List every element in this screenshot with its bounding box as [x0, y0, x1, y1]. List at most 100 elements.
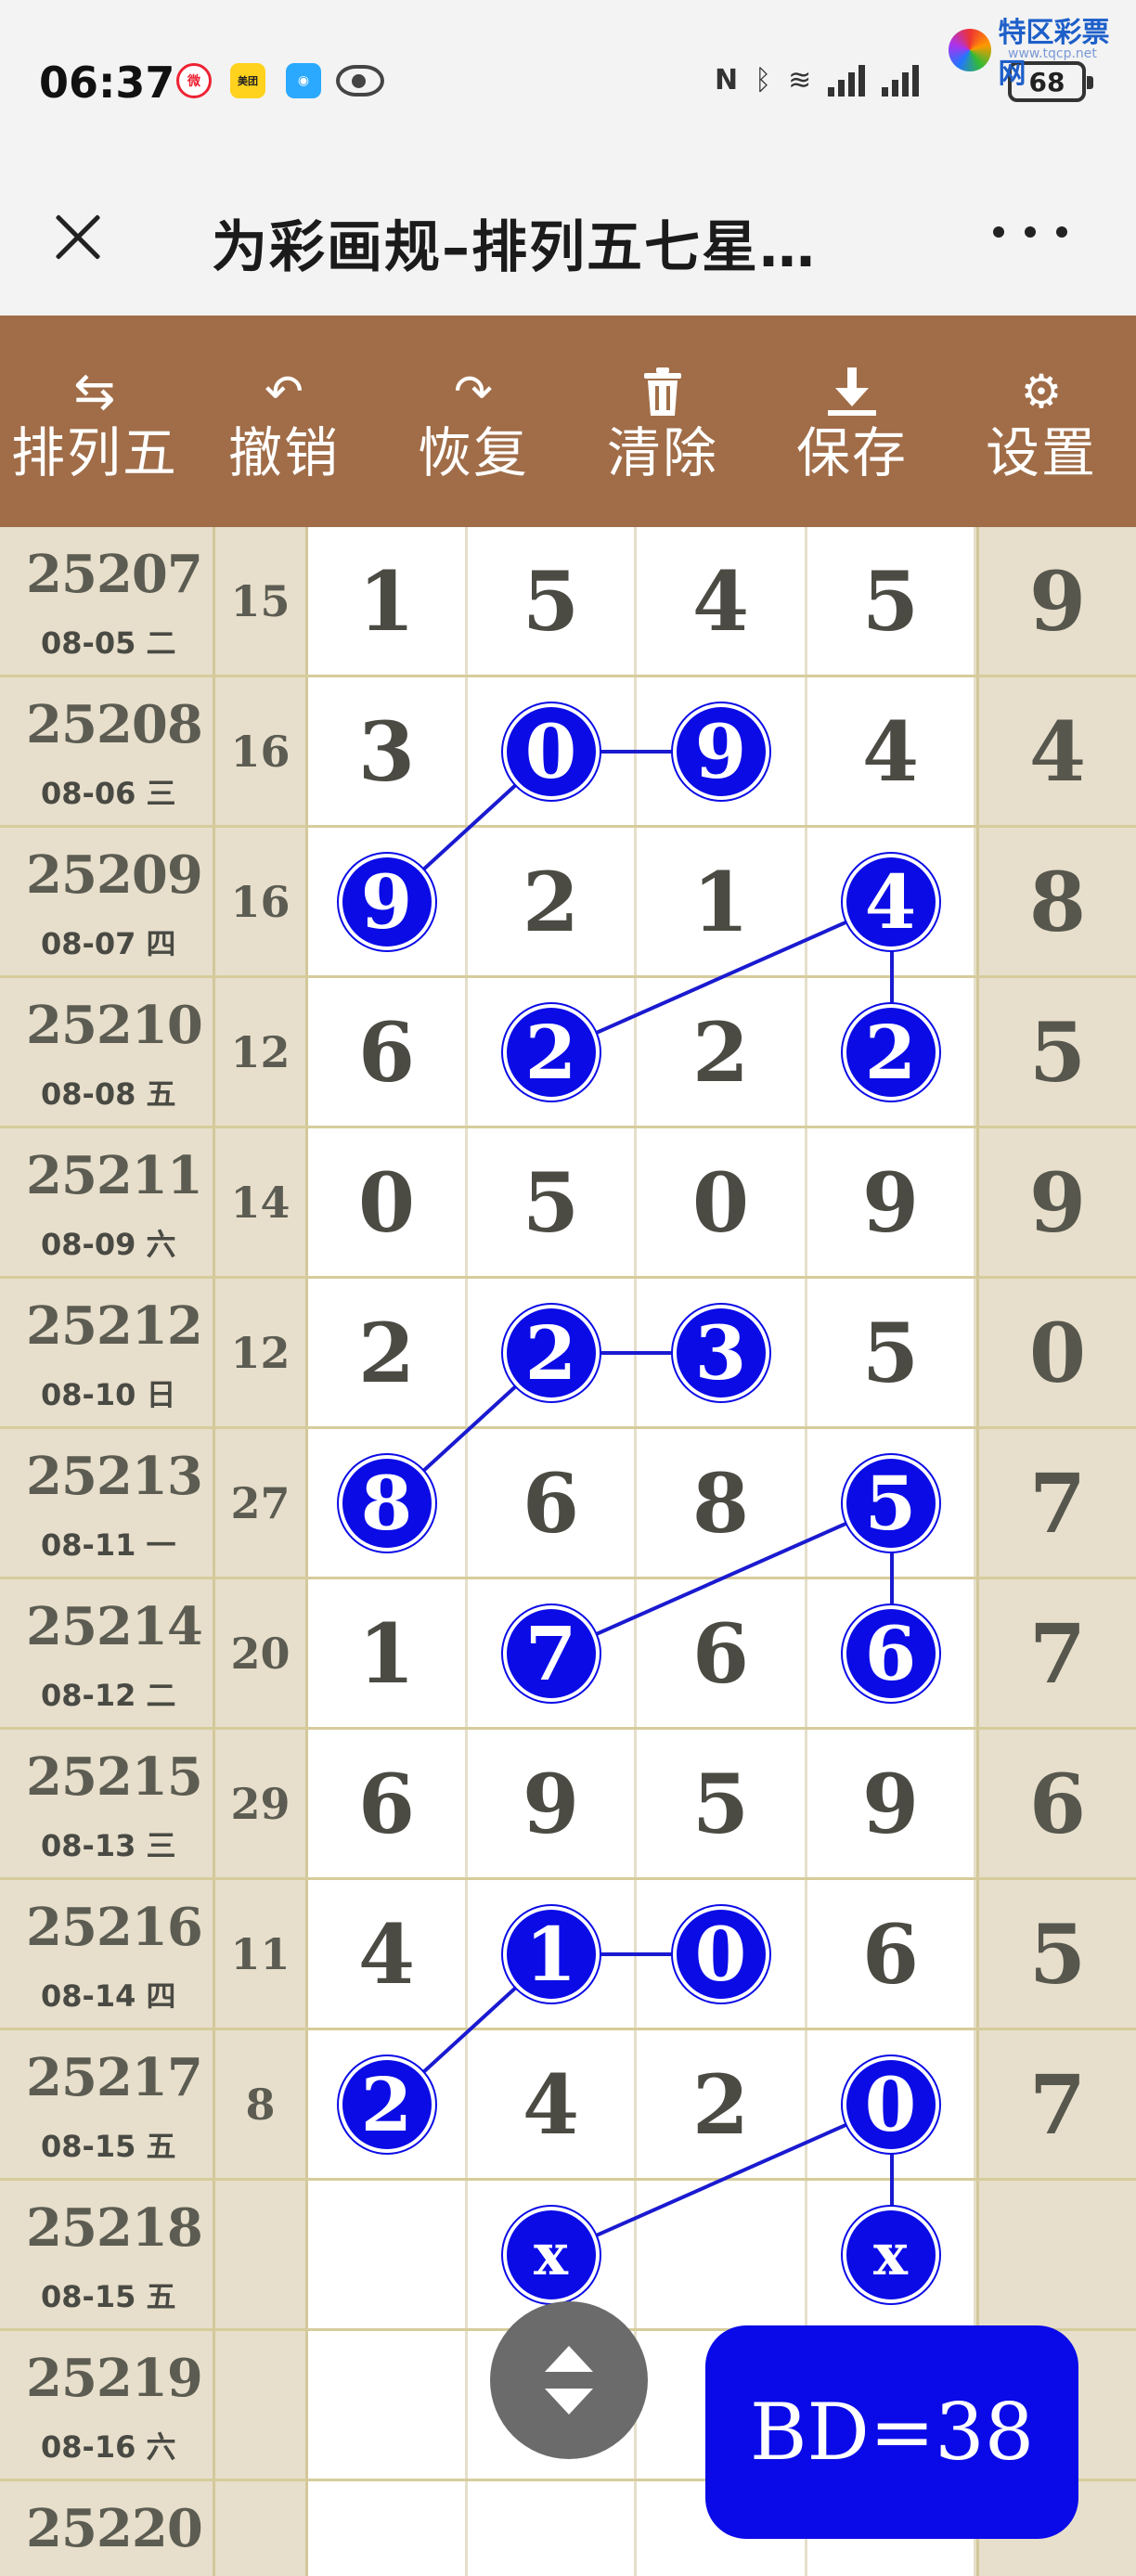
digit-cell[interactable]: 4	[308, 1880, 468, 2028]
toolbar-redo-button[interactable]: ↷ 恢复	[379, 316, 568, 527]
digit-cell[interactable]: 2	[468, 1279, 637, 1426]
digit-cell[interactable]: 8	[637, 1429, 807, 1577]
marked-ball[interactable]: 3	[672, 1304, 769, 1401]
digit-cell[interactable]: 1	[308, 527, 468, 675]
marked-ball[interactable]: 9	[672, 702, 769, 800]
marked-ball[interactable]: 2	[842, 1003, 939, 1101]
digit-cell[interactable]: 9	[308, 828, 468, 975]
sum-cell	[215, 2181, 308, 2328]
sum-cell	[215, 2331, 308, 2479]
marked-ball[interactable]: 6	[842, 1604, 939, 1702]
digit-cell[interactable]: 2	[308, 1279, 468, 1426]
marked-ball[interactable]: x	[842, 2206, 939, 2303]
digit-cell[interactable]: 0	[807, 2030, 976, 2178]
marked-ball[interactable]: 0	[842, 2055, 939, 2153]
marked-ball[interactable]: 7	[502, 1604, 600, 1702]
more-menu-icon[interactable]	[993, 213, 1067, 251]
sum-cell: 20	[215, 1579, 308, 1727]
digit-cell[interactable]: 5	[637, 1730, 807, 1877]
marked-ball[interactable]: 8	[338, 1454, 435, 1552]
toolbar-label: 设置	[985, 421, 1097, 485]
digit-value: 2	[357, 1304, 416, 1401]
issue-cell: 25212 08-10 日	[0, 1279, 215, 1426]
digit-cell[interactable]: 8	[308, 1429, 468, 1577]
table-row: 25207 08-05 二 15 1 5 4 5 9	[0, 527, 1136, 677]
marked-ball[interactable]: x	[502, 2206, 600, 2303]
digit-cell[interactable]: 6	[308, 1730, 468, 1877]
toolbar-settings-button[interactable]: ⚙ 设置	[947, 316, 1136, 527]
digit-cell[interactable]: 6	[637, 1579, 807, 1727]
digit-cell[interactable]: 6	[807, 1880, 976, 2028]
digit-cell[interactable]: 9	[807, 1128, 976, 1276]
digit-value: 6	[357, 1003, 416, 1101]
digit-cell[interactable]: 4	[468, 2030, 637, 2178]
digit-value: 2	[522, 853, 580, 950]
digit-cell[interactable]: 3	[637, 1279, 807, 1426]
digit-value: 4	[861, 702, 920, 800]
digit-cell[interactable]: 2	[807, 978, 976, 1126]
table-row: 25213 08-11 一 27 8 6 8 5 7	[0, 1429, 1136, 1579]
marked-ball[interactable]: 2	[502, 1304, 600, 1401]
marked-ball[interactable]: 5	[842, 1454, 939, 1552]
draw-grid[interactable]: 25207 08-05 二 15 1 5 4 5 9 25208 08-06 三 16 3 0 9 4 4 25…	[0, 527, 1136, 2576]
digit-cell[interactable]: 9	[468, 1730, 637, 1877]
marked-ball[interactable]: 4	[842, 853, 939, 950]
digit-cell[interactable]	[308, 2331, 468, 2479]
digit-cell[interactable]: 4	[807, 677, 976, 825]
digit-cell[interactable]: 5	[807, 1279, 976, 1426]
signal-icon	[882, 63, 920, 97]
digit-cell[interactable]: 5	[468, 527, 637, 675]
marked-ball[interactable]: 9	[338, 853, 435, 950]
issue-cell: 25210 08-08 五	[0, 978, 215, 1126]
digit-cell[interactable]: x	[807, 2181, 976, 2328]
digit-cell[interactable]: 5	[468, 1128, 637, 1276]
digit-cell[interactable]: 7	[468, 1579, 637, 1727]
digit-value: 0	[357, 1153, 416, 1251]
toolbar-switch-button[interactable]: ⇆ 排列五	[0, 316, 189, 527]
digit-value: 5	[861, 552, 920, 650]
toolbar-save-button[interactable]: 保存	[757, 316, 947, 527]
last-digit-cell: 0	[976, 1279, 1136, 1426]
marked-ball[interactable]: 1	[502, 1905, 600, 2003]
digit-cell[interactable]	[468, 2481, 637, 2576]
digit-value: 4	[691, 552, 750, 650]
marked-ball[interactable]: 2	[338, 2055, 435, 2153]
last-digit-cell: 6	[976, 1730, 1136, 1877]
digit-cell[interactable]: 1	[637, 828, 807, 975]
digit-cell[interactable]: 0	[637, 1880, 807, 2028]
digit-cell[interactable]: 1	[308, 1579, 468, 1727]
digit-cell[interactable]: 4	[807, 828, 976, 975]
digit-value: 3	[357, 702, 416, 800]
digit-cell[interactable]: 4	[637, 527, 807, 675]
digit-cell[interactable]	[637, 2181, 807, 2328]
digit-cell[interactable]: 1	[468, 1880, 637, 2028]
last-digit-cell: 9	[976, 527, 1136, 675]
digit-cell[interactable]: 2	[637, 978, 807, 1126]
digit-cell[interactable]: 0	[637, 1128, 807, 1276]
close-icon[interactable]	[45, 204, 111, 271]
digit-cell[interactable]: 2	[468, 828, 637, 975]
digit-cell[interactable]: 2	[308, 2030, 468, 2178]
toolbar-label: 撤销	[227, 421, 340, 485]
toolbar-clear-button[interactable]: 清除	[568, 316, 757, 527]
toolbar-undo-button[interactable]: ↶ 撤销	[189, 316, 379, 527]
digit-cell[interactable]: 0	[468, 677, 637, 825]
bd-badge[interactable]: BD=38	[705, 2325, 1078, 2539]
digit-cell[interactable]: 2	[468, 978, 637, 1126]
digit-cell[interactable]: 9	[807, 1730, 976, 1877]
marked-ball[interactable]: 2	[502, 1003, 600, 1101]
digit-cell[interactable]: 9	[637, 677, 807, 825]
marked-ball[interactable]: 0	[502, 702, 600, 800]
digit-cell[interactable]: 2	[637, 2030, 807, 2178]
digit-cell[interactable]: 0	[308, 1128, 468, 1276]
digit-cell[interactable]: 6	[308, 978, 468, 1126]
scroll-toggle-button[interactable]	[490, 2301, 648, 2459]
digit-cell[interactable]	[308, 2181, 468, 2328]
digit-cell[interactable]: 5	[807, 527, 976, 675]
digit-cell[interactable]: 5	[807, 1429, 976, 1577]
digit-cell[interactable]	[308, 2481, 468, 2576]
digit-cell[interactable]: 3	[308, 677, 468, 825]
digit-cell[interactable]: 6	[807, 1579, 976, 1727]
marked-ball[interactable]: 0	[672, 1905, 769, 2003]
digit-cell[interactable]: 6	[468, 1429, 637, 1577]
